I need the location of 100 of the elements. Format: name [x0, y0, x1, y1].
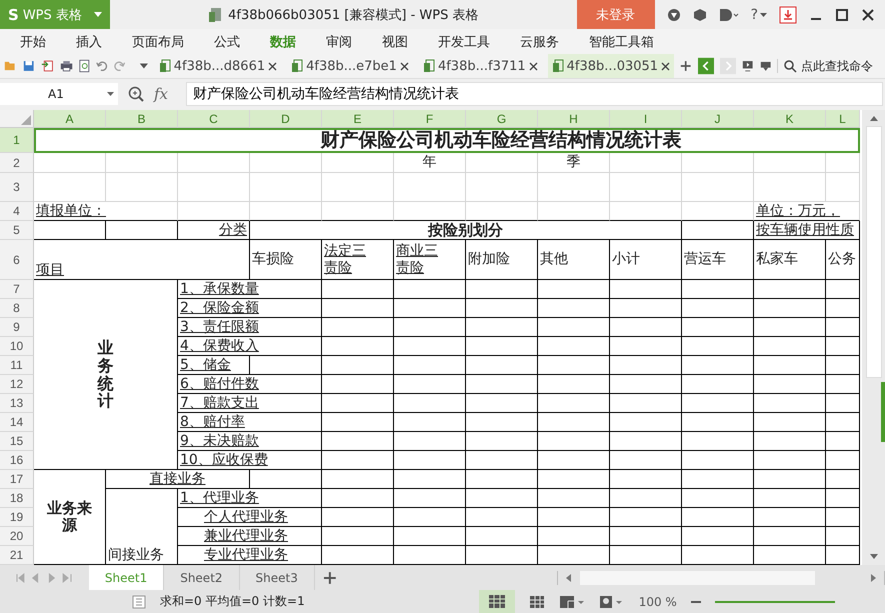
table-cell: 小计 — [610, 240, 682, 280]
row-header[interactable]: 7 — [0, 280, 34, 299]
column-header[interactable]: B — [106, 110, 178, 128]
row-header[interactable]: 9 — [0, 318, 34, 337]
table-cell: 直接业务 — [106, 470, 250, 489]
ribbon-tab[interactable]: 视图 — [370, 32, 420, 50]
ribbon-tab[interactable]: 数据 — [258, 32, 308, 50]
tray-icon[interactable] — [760, 59, 772, 73]
ribbon-tab[interactable]: 智能工具箱 — [577, 32, 666, 50]
page-layout-icon[interactable] — [558, 594, 585, 608]
caret-icon — [107, 92, 114, 96]
spreadsheet-file-icon — [158, 59, 171, 73]
command-search-field[interactable]: 点此查找命令 — [801, 59, 882, 73]
row-header[interactable]: 12 — [0, 375, 34, 394]
zoom-icon[interactable] — [128, 86, 144, 102]
column-header[interactable]: J — [682, 110, 754, 128]
download-icon[interactable] — [779, 6, 797, 24]
normal-view-icon[interactable] — [478, 590, 515, 613]
monitor-icon[interactable] — [742, 59, 754, 73]
function-button[interactable]: fx — [154, 85, 168, 103]
column-header[interactable]: E — [322, 110, 394, 128]
column-header[interactable]: D — [250, 110, 322, 128]
page-break-view-icon[interactable] — [528, 594, 545, 608]
close-tab-icon[interactable] — [268, 62, 278, 70]
column-header[interactable]: G — [466, 110, 538, 128]
row-header[interactable]: 20 — [0, 527, 34, 546]
ribbon-tab[interactable]: 审阅 — [314, 32, 364, 50]
zoom-out-icon[interactable] — [690, 600, 701, 604]
row-header[interactable]: 10 — [0, 337, 34, 356]
document-tab[interactable]: 4f38b...f3711 — [438, 58, 526, 74]
column-header[interactable]: C — [178, 110, 250, 128]
table-cell — [466, 318, 538, 337]
maximize-icon[interactable] — [835, 8, 849, 22]
ribbon-tab[interactable]: 公式 — [202, 32, 252, 50]
row-header[interactable]: 18 — [0, 489, 34, 508]
ribbon-tab[interactable]: 页面布局 — [120, 32, 196, 50]
side-panel-handle[interactable] — [881, 382, 885, 442]
column-header[interactable]: H — [538, 110, 610, 128]
row-header[interactable]: 3 — [0, 173, 34, 202]
table-cell — [610, 451, 682, 470]
help-button[interactable]: ? — [750, 6, 767, 22]
column-header[interactable]: K — [754, 110, 826, 128]
vertical-scrollbar[interactable] — [862, 110, 885, 565]
close-tab-icon[interactable] — [400, 62, 409, 70]
document-tab[interactable]: 4f38b...d8661 — [174, 58, 266, 74]
row-header[interactable]: 16 — [0, 451, 34, 470]
table-cell — [754, 173, 826, 202]
scroll-right-icon[interactable] — [870, 572, 878, 582]
column-header[interactable]: A — [34, 110, 106, 128]
row-header[interactable]: 8 — [0, 299, 34, 318]
horizontal-scrollbar[interactable] — [556, 570, 885, 584]
spreadsheet-file-icon — [422, 59, 435, 73]
ribbon-tab[interactable]: 云服务 — [508, 32, 571, 50]
ribbon-tab[interactable]: 插入 — [64, 32, 114, 50]
scroll-down-icon[interactable] — [868, 553, 878, 561]
table-cell — [754, 299, 826, 318]
name-box[interactable]: A1 — [0, 83, 118, 105]
row-header[interactable]: 6 — [0, 240, 34, 280]
row-header[interactable]: 2 — [0, 153, 34, 173]
print-preview-icon[interactable] — [78, 58, 90, 74]
table-cell — [538, 451, 610, 470]
row-header[interactable]: 13 — [0, 394, 34, 413]
sheet-tab[interactable]: Sheet1 — [88, 565, 164, 590]
ribbon-tab[interactable]: 开始 — [8, 32, 58, 50]
column-header[interactable]: F — [394, 110, 466, 128]
table-cell: 季 — [538, 153, 610, 173]
back-icon[interactable] — [698, 56, 714, 76]
hexagon-icon[interactable] — [692, 8, 707, 22]
table-cell — [682, 280, 754, 299]
close-tab-icon[interactable] — [661, 62, 670, 70]
column-header[interactable]: L — [826, 110, 860, 128]
spreadsheet-file-icon — [552, 59, 564, 73]
row-header[interactable]: 1 — [0, 128, 34, 153]
table-cell — [754, 337, 826, 356]
close-icon[interactable] — [861, 8, 875, 22]
row-header[interactable]: 19 — [0, 508, 34, 527]
add-sheet-icon[interactable] — [322, 570, 337, 584]
export-pdf-icon[interactable] — [40, 58, 54, 74]
notes-icon[interactable] — [132, 594, 146, 608]
ribbon-tab[interactable]: 开发工具 — [426, 32, 502, 50]
row-header[interactable]: 15 — [0, 432, 34, 451]
row-header[interactable]: 14 — [0, 413, 34, 432]
row-header[interactable]: 5 — [0, 221, 34, 240]
scroll-thumb[interactable] — [866, 126, 882, 378]
document-tab[interactable]: 4f38b...e7be1 — [306, 58, 397, 74]
formula-input[interactable]: 财产保险公司机动车险经营结构情况统计表 — [186, 82, 883, 106]
print-icon[interactable] — [60, 59, 73, 73]
row-header[interactable]: 21 — [0, 546, 34, 565]
dropdown-icon[interactable] — [138, 62, 149, 70]
add-icon[interactable] — [680, 59, 692, 73]
close-tab-icon[interactable] — [528, 62, 538, 70]
save-icon[interactable] — [23, 59, 34, 73]
table-cell — [322, 153, 394, 173]
scroll-left-icon[interactable] — [564, 572, 572, 582]
row-header[interactable]: 11 — [0, 356, 34, 375]
row-header[interactable]: 4 — [0, 202, 34, 221]
row-header[interactable]: 17 — [0, 470, 34, 489]
column-header[interactable]: I — [610, 110, 682, 128]
undo-icon[interactable] — [96, 59, 108, 73]
scroll-up-icon[interactable] — [868, 114, 878, 122]
